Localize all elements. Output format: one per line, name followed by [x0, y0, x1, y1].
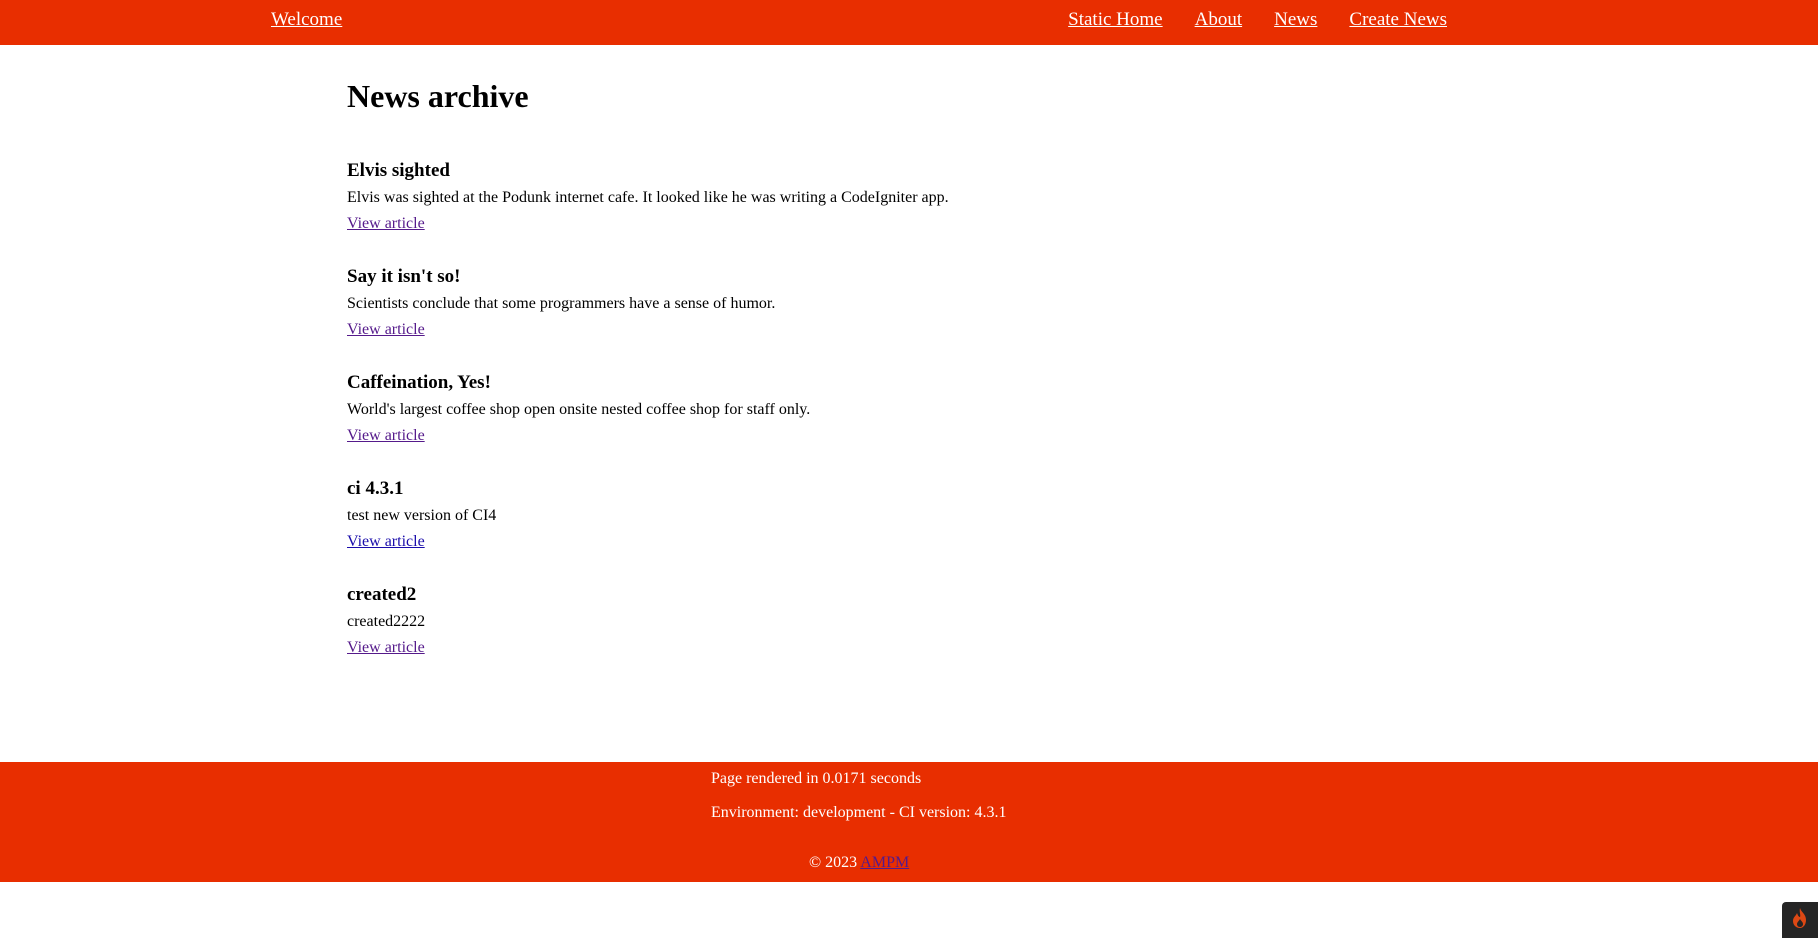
- top-navigation-bar: Welcome Static Home About News Create Ne…: [0, 0, 1818, 45]
- nav-about-link[interactable]: About: [1195, 9, 1243, 31]
- news-item-body: Scientists conclude that some programmer…: [347, 295, 776, 312]
- news-item-body: test new version of CI4: [347, 507, 497, 524]
- copyright-text: © 2023 AMPM: [809, 853, 909, 873]
- main-nav: Static Home About News Create News: [1068, 9, 1447, 31]
- news-item-body: created2222: [347, 613, 426, 630]
- news-item: Elvis sighted Elvis was sighted at the P…: [347, 160, 949, 234]
- news-item-title: Elvis sighted: [347, 160, 450, 181]
- view-article-link[interactable]: View article: [347, 426, 425, 446]
- view-article-link[interactable]: View article: [347, 214, 425, 234]
- environment-text: Environment: development - CI version: 4…: [711, 804, 1007, 821]
- welcome-link[interactable]: Welcome: [271, 9, 342, 31]
- nav-news-link[interactable]: News: [1274, 9, 1317, 31]
- news-item-body: Elvis was sighted at the Podunk internet…: [347, 189, 949, 206]
- nav-static-home-link[interactable]: Static Home: [1068, 9, 1162, 31]
- page-footer: Page rendered in 0.0171 seconds Environm…: [0, 762, 1818, 882]
- debug-toolbar-toggle[interactable]: [1782, 902, 1818, 938]
- news-item: Caffeination, Yes! World's largest coffe…: [347, 372, 810, 446]
- news-item-title: Caffeination, Yes!: [347, 372, 491, 393]
- news-item: created2 created2222 View article: [347, 584, 425, 658]
- copyright-year: © 2023: [809, 854, 858, 871]
- news-item-title: created2: [347, 584, 417, 605]
- codeigniter-flame-icon: [1790, 907, 1810, 934]
- render-time-text: Page rendered in 0.0171 seconds: [711, 770, 922, 787]
- ampm-link[interactable]: AMPM: [860, 854, 909, 871]
- news-item-body: World's largest coffee shop open onsite …: [347, 401, 811, 418]
- view-article-link[interactable]: View article: [347, 532, 425, 552]
- news-item-title: Say it isn't so!: [347, 266, 461, 287]
- news-item: Say it isn't so! Scientists conclude tha…: [347, 266, 775, 340]
- nav-create-news-link[interactable]: Create News: [1349, 9, 1447, 31]
- news-item: ci 4.3.1 test new version of CI4 View ar…: [347, 478, 496, 552]
- main-content: News archive Elvis sighted Elvis was sig…: [347, 72, 1447, 656]
- view-article-link[interactable]: View article: [347, 320, 425, 340]
- page-title: News archive: [347, 78, 529, 114]
- view-article-link[interactable]: View article: [347, 638, 425, 658]
- news-item-title: ci 4.3.1: [347, 478, 404, 499]
